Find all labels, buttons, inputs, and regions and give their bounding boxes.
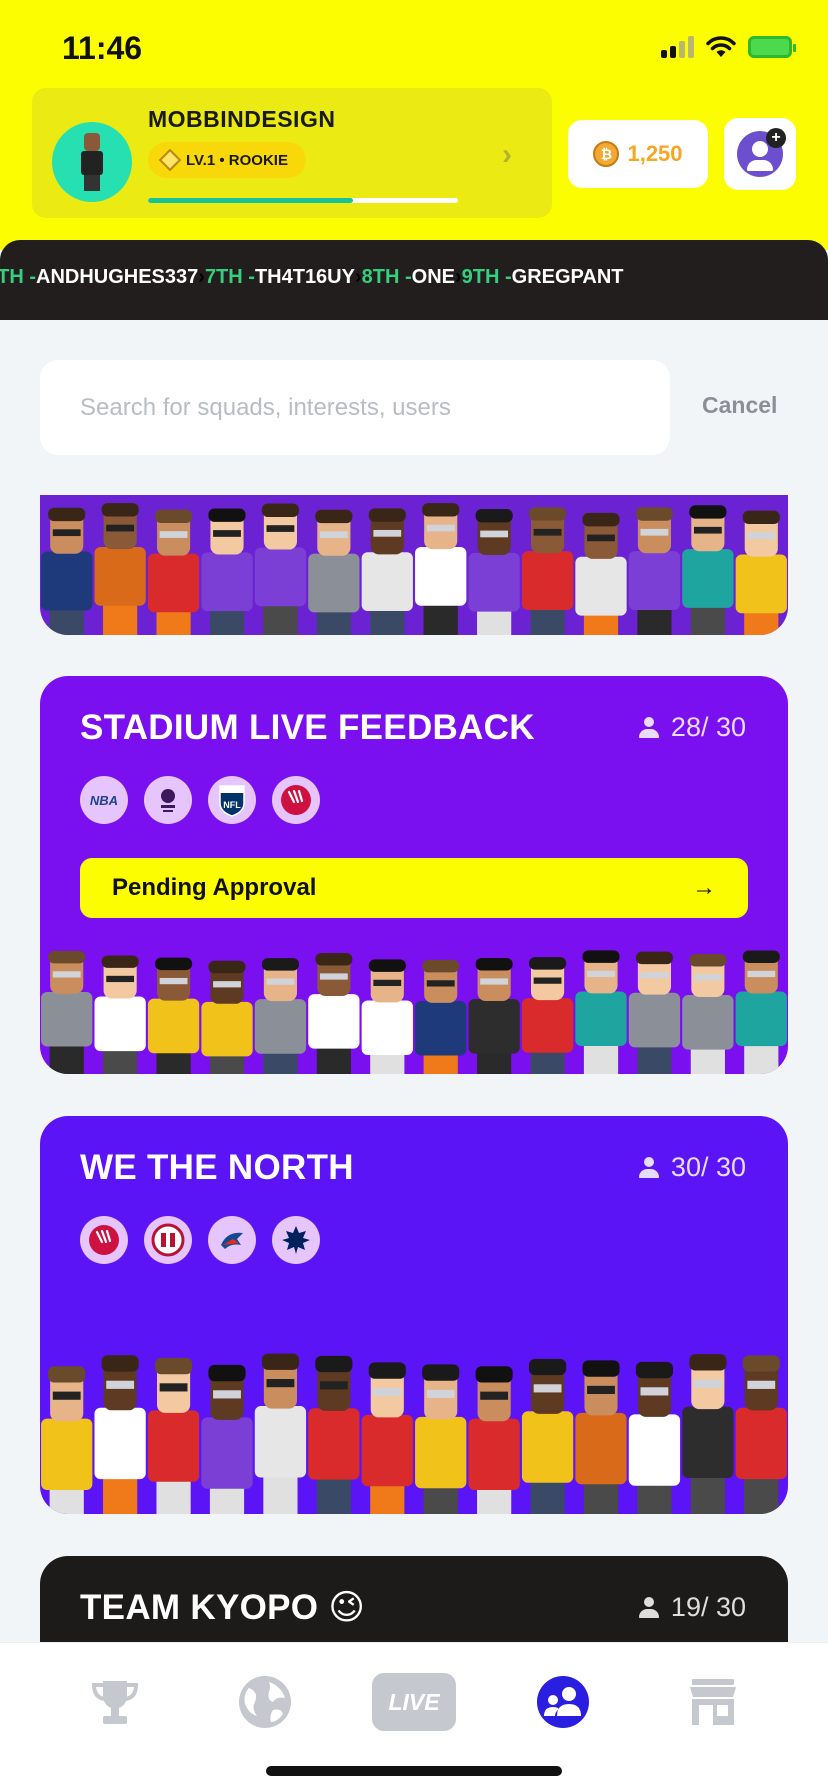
store-icon[interactable] bbox=[680, 1669, 746, 1735]
chevron-right-icon: › bbox=[354, 266, 362, 288]
person-icon bbox=[638, 716, 659, 739]
xp-progress-bar bbox=[148, 198, 458, 203]
member-count: 28/ 30 bbox=[638, 712, 746, 743]
arrow-right-icon: → bbox=[692, 874, 716, 901]
squad-title: WE THE NORTH bbox=[80, 1148, 354, 1187]
ticker-username: ANDHUGHES337 bbox=[36, 266, 199, 288]
level-badge: LV.1 • ROOKIE bbox=[148, 142, 306, 178]
battery-icon bbox=[748, 36, 796, 58]
crowd-illustration bbox=[41, 503, 787, 635]
squad-title: TEAM KYOPO 😉 bbox=[80, 1588, 366, 1627]
coin-icon: ₿ bbox=[593, 141, 620, 167]
pending-approval-label: Pending Approval bbox=[112, 874, 317, 901]
team-logos: NBA NFL bbox=[80, 776, 320, 824]
ticker-username: GREGPANT bbox=[511, 266, 624, 288]
nfl-logo-icon: NFL bbox=[208, 776, 256, 824]
xp-progress-fill bbox=[148, 198, 353, 203]
header: 11:46 MOBBINDESIGN LV.1 • ROOKIE › ₿ 1,2… bbox=[0, 0, 828, 250]
member-count-value: 30/ 30 bbox=[670, 1152, 746, 1182]
ticker-entry[interactable]: 8TH - ONE bbox=[362, 266, 455, 289]
ticker-rank: 7TH - bbox=[204, 266, 255, 288]
blue-jays-logo-icon bbox=[208, 1216, 256, 1264]
pending-approval-button[interactable]: Pending Approval → bbox=[80, 858, 748, 918]
squad-card-partial[interactable] bbox=[40, 495, 788, 635]
raptors-logo-icon bbox=[272, 776, 320, 824]
search-input[interactable] bbox=[40, 360, 670, 455]
level-label: LV.1 • ROOKIE bbox=[186, 151, 288, 169]
crowd-illustration bbox=[41, 1353, 787, 1514]
premier-league-logo-icon bbox=[144, 776, 192, 824]
person-icon bbox=[638, 1156, 659, 1179]
plus-icon: + bbox=[766, 128, 786, 148]
ticker-rank: 9TH - bbox=[461, 266, 512, 288]
raptors-logo-icon bbox=[80, 1216, 128, 1264]
member-count: 30/ 30 bbox=[638, 1152, 746, 1183]
trophy-icon[interactable] bbox=[82, 1669, 148, 1735]
squad-card[interactable]: WE THE NORTH 30/ 30 bbox=[40, 1116, 788, 1514]
ticker-rank: 8TH - bbox=[361, 266, 412, 288]
ticker-entry[interactable]: 9TH - GREGPANT bbox=[462, 266, 624, 289]
profile-card[interactable]: MOBBINDESIGN LV.1 • ROOKIE › bbox=[32, 88, 552, 218]
member-count: 19/ 30 bbox=[638, 1592, 746, 1623]
ticker-username: ONE bbox=[411, 266, 455, 288]
member-count-value: 28/ 30 bbox=[670, 712, 746, 742]
squads-icon[interactable] bbox=[530, 1669, 596, 1735]
leaderboard-ticker[interactable]: 5TH - ANDHUGHES337›7TH - TH4T16UY›8TH - … bbox=[0, 240, 828, 320]
status-bar-icons bbox=[661, 36, 796, 58]
level-diamond-icon bbox=[158, 148, 182, 172]
ticker-entry[interactable]: 5TH - ANDHUGHES337 bbox=[0, 266, 198, 289]
squad-card[interactable]: STADIUM LIVE FEEDBACK 28/ 30 NBA NFL Pen… bbox=[40, 676, 788, 1074]
coin-balance-button[interactable]: ₿ 1,250 bbox=[568, 120, 708, 188]
toronto-fc-logo-icon bbox=[144, 1216, 192, 1264]
crowd-illustration bbox=[41, 950, 787, 1074]
avatar bbox=[52, 122, 132, 202]
nba-logo-icon: NBA bbox=[80, 776, 128, 824]
ticker-username: TH4T16UY bbox=[254, 266, 355, 288]
maple-leafs-logo-icon bbox=[272, 1216, 320, 1264]
globe-icon[interactable] bbox=[232, 1669, 298, 1735]
live-button[interactable]: LIVE bbox=[372, 1673, 456, 1731]
person-icon bbox=[638, 1596, 659, 1619]
member-count-value: 19/ 30 bbox=[670, 1592, 746, 1622]
cancel-button[interactable]: Cancel bbox=[702, 392, 777, 419]
wifi-icon bbox=[706, 36, 736, 57]
svg-text:NFL: NFL bbox=[223, 800, 241, 810]
team-logos bbox=[80, 1216, 320, 1264]
chevron-right-icon: › bbox=[454, 266, 462, 288]
ticker-rank: 5TH - bbox=[0, 266, 36, 288]
cellular-signal-icon bbox=[661, 36, 694, 58]
ticker-entry[interactable]: 7TH - TH4T16UY bbox=[205, 266, 355, 289]
coin-amount: 1,250 bbox=[627, 141, 683, 166]
chevron-right-icon: › bbox=[502, 138, 512, 171]
username: MOBBINDESIGN bbox=[148, 106, 336, 132]
squad-title: STADIUM LIVE FEEDBACK bbox=[80, 708, 535, 747]
status-time: 11:46 bbox=[62, 30, 143, 66]
home-indicator bbox=[266, 1766, 562, 1776]
chevron-right-icon: › bbox=[198, 266, 205, 288]
add-friend-button[interactable]: + bbox=[724, 118, 796, 190]
